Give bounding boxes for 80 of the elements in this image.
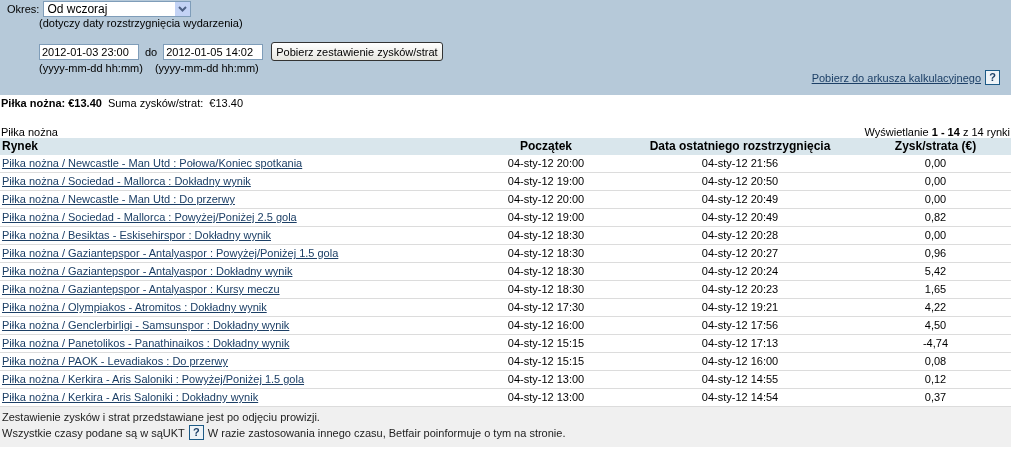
table-cell: 04-sty-12 19:21 bbox=[701, 301, 779, 313]
column-header: Rynek bbox=[0, 138, 472, 155]
market-link[interactable]: Piłka nożna / PAOK - Levadiakos : Do przerwy bbox=[2, 355, 228, 367]
table-cell: 04-sty-12 18:30 bbox=[507, 229, 585, 241]
market-link[interactable]: Piłka nożna / Gaziantepspor - Antalyaspor : Powyżej/Poniżej 1.5 gola bbox=[2, 247, 339, 259]
table-cell: 04-sty-12 20:49 bbox=[701, 211, 779, 223]
table-cell: 0,12 bbox=[924, 373, 947, 385]
date-from-field[interactable]: 2012-01-03 23:00 bbox=[39, 43, 139, 60]
column-header: Zysk/strata (€) bbox=[860, 138, 1011, 155]
market-link[interactable]: Piłka nożna / Newcastle - Man Utd : Połowa/Koniec spotkania bbox=[2, 157, 303, 169]
table-cell: 04-sty-12 20:23 bbox=[701, 283, 779, 295]
table-cell: 04-sty-12 18:30 bbox=[507, 265, 585, 277]
table-cell: 0,00 bbox=[924, 229, 947, 241]
table-caption: Piłka nożna bbox=[1, 126, 58, 138]
date-format-hint: (yyyy-mm-dd hh:mm) bbox=[39, 62, 143, 74]
period-hint: (dotyczy daty rozstrzygnięcia wydarzenia) bbox=[39, 17, 244, 29]
table-cell: 04-sty-12 20:00 bbox=[507, 193, 585, 205]
date-format-hint: (yyyy-mm-dd hh:mm) bbox=[154, 62, 259, 74]
table-cell: 04-sty-12 19:00 bbox=[507, 175, 585, 187]
market-link[interactable]: Piłka nożna / Kerkira - Aris Saloniki : Powyżej/Poniżej 1.5 gola bbox=[2, 373, 305, 385]
market-link[interactable]: Piłka nożna / Sociedad - Mallorca : Dokładny wynik bbox=[2, 175, 251, 187]
table-cell: 0,37 bbox=[924, 391, 947, 403]
sum-label: Suma zysków/strat: €13.40 bbox=[107, 97, 243, 111]
table-cell: 4,50 bbox=[924, 319, 947, 331]
table-cell: 4,22 bbox=[924, 301, 947, 313]
to-label: do bbox=[145, 45, 158, 58]
column-header: Początek bbox=[472, 138, 620, 155]
table-cell: 04-sty-12 16:00 bbox=[507, 319, 585, 331]
sport-total: Piłka nożna: €13.40 bbox=[1, 97, 102, 111]
table-cell: 04-sty-12 16:00 bbox=[701, 355, 779, 367]
table-cell: 04-sty-12 14:54 bbox=[701, 391, 779, 403]
commission-note: Zestawienie zysków i strat przedstawiane jest po odjęciu prowizji. bbox=[2, 411, 321, 423]
timezone-note: W razie zastosowania innego czasu, Betfair poinformuje o tym na stronie. bbox=[207, 426, 566, 439]
table-cell: 04-sty-12 15:15 bbox=[507, 355, 585, 367]
submit-button[interactable]: Pobierz zestawienie zysków/strat bbox=[271, 42, 443, 61]
date-to-field[interactable]: 2012-01-05 14:02 bbox=[163, 43, 264, 60]
market-link[interactable]: Piłka nożna / Genclerbirligi - Samsunspor : Dokładny wynik bbox=[2, 319, 290, 331]
market-link[interactable]: Piłka nożna / Newcastle - Man Utd : Do przerwy bbox=[2, 193, 235, 205]
table-cell: 04-sty-12 21:56 bbox=[701, 157, 779, 169]
table-cell: 04-sty-12 18:30 bbox=[507, 283, 585, 295]
table-cell: 04-sty-12 20:24 bbox=[701, 265, 779, 277]
market-link[interactable]: Piłka nożna / Panetolikos - Panathinaikos : Dokładny wynik bbox=[2, 337, 290, 349]
help-button[interactable]: ? bbox=[188, 425, 204, 440]
market-link[interactable]: Piłka nożna / Gaziantepspor - Antalyaspor : Kursy meczu bbox=[2, 283, 280, 295]
table-cell: 04-sty-12 15:15 bbox=[507, 337, 585, 349]
chevron-down-icon bbox=[178, 6, 188, 12]
column-header: Data ostatniego rozstrzygnięcia bbox=[620, 138, 860, 155]
table-cell: 5,42 bbox=[924, 265, 947, 277]
table-cell: 0,96 bbox=[924, 247, 947, 259]
period-label: Okres: bbox=[7, 3, 40, 15]
table-cell: 04-sty-12 17:56 bbox=[701, 319, 779, 331]
period-dropdown[interactable]: Od wczoraj bbox=[43, 1, 192, 17]
table-cell: 04-sty-12 17:30 bbox=[507, 301, 585, 313]
table-cell: 04-sty-12 20:00 bbox=[507, 157, 585, 169]
export-link[interactable]: Pobierz do arkusza kalkulacyjnego bbox=[811, 71, 981, 84]
help-button[interactable]: ? bbox=[985, 70, 1000, 85]
table-cell: 0,00 bbox=[924, 193, 947, 205]
table-cell: 04-sty-12 20:50 bbox=[701, 175, 779, 187]
table-cell: 0,00 bbox=[924, 157, 947, 169]
market-link[interactable]: Piłka nożna / Sociedad - Mallorca : Powyżej/Poniżej 2.5 gola bbox=[2, 211, 297, 223]
table-cell: 04-sty-12 19:00 bbox=[507, 211, 585, 223]
market-link[interactable]: Piłka nożna / Gaziantepspor - Antalyaspor : Dokładny wynik bbox=[2, 265, 293, 277]
market-link[interactable]: Piłka nożna / Besiktas - Eskisehirspor : Dokładny wynik bbox=[2, 229, 271, 241]
market-link[interactable]: Piłka nożna / Kerkira - Aris Saloniki : Dokładny wynik bbox=[2, 391, 259, 403]
table-cell: 0,82 bbox=[924, 211, 947, 223]
table-cell: 04-sty-12 20:27 bbox=[701, 247, 779, 259]
table-cell: 04-sty-12 14:55 bbox=[701, 373, 779, 385]
table-cell: 04-sty-12 20:49 bbox=[701, 193, 779, 205]
table-cell: 04-sty-12 20:28 bbox=[701, 229, 779, 241]
market-link[interactable]: Piłka nożna / Olympiakos - Atromitos : Dokładny wynik bbox=[2, 301, 267, 313]
table-cell: 04-sty-12 18:30 bbox=[507, 247, 585, 259]
table-cell: -4,74 bbox=[922, 337, 949, 349]
timezone-text: Wszystkie czasy podane są w sąUKT bbox=[2, 426, 185, 439]
paging-info: Wyświetlanie 1 - 14 z 14 rynki bbox=[864, 126, 1010, 138]
table-cell: 0,00 bbox=[924, 175, 947, 187]
table-cell: 1,65 bbox=[924, 283, 947, 295]
table-cell: 04-sty-12 13:00 bbox=[507, 391, 585, 403]
table-cell: 04-sty-12 17:13 bbox=[701, 337, 779, 349]
table-cell: 0,08 bbox=[924, 355, 947, 367]
table-cell: 04-sty-12 13:00 bbox=[507, 373, 585, 385]
